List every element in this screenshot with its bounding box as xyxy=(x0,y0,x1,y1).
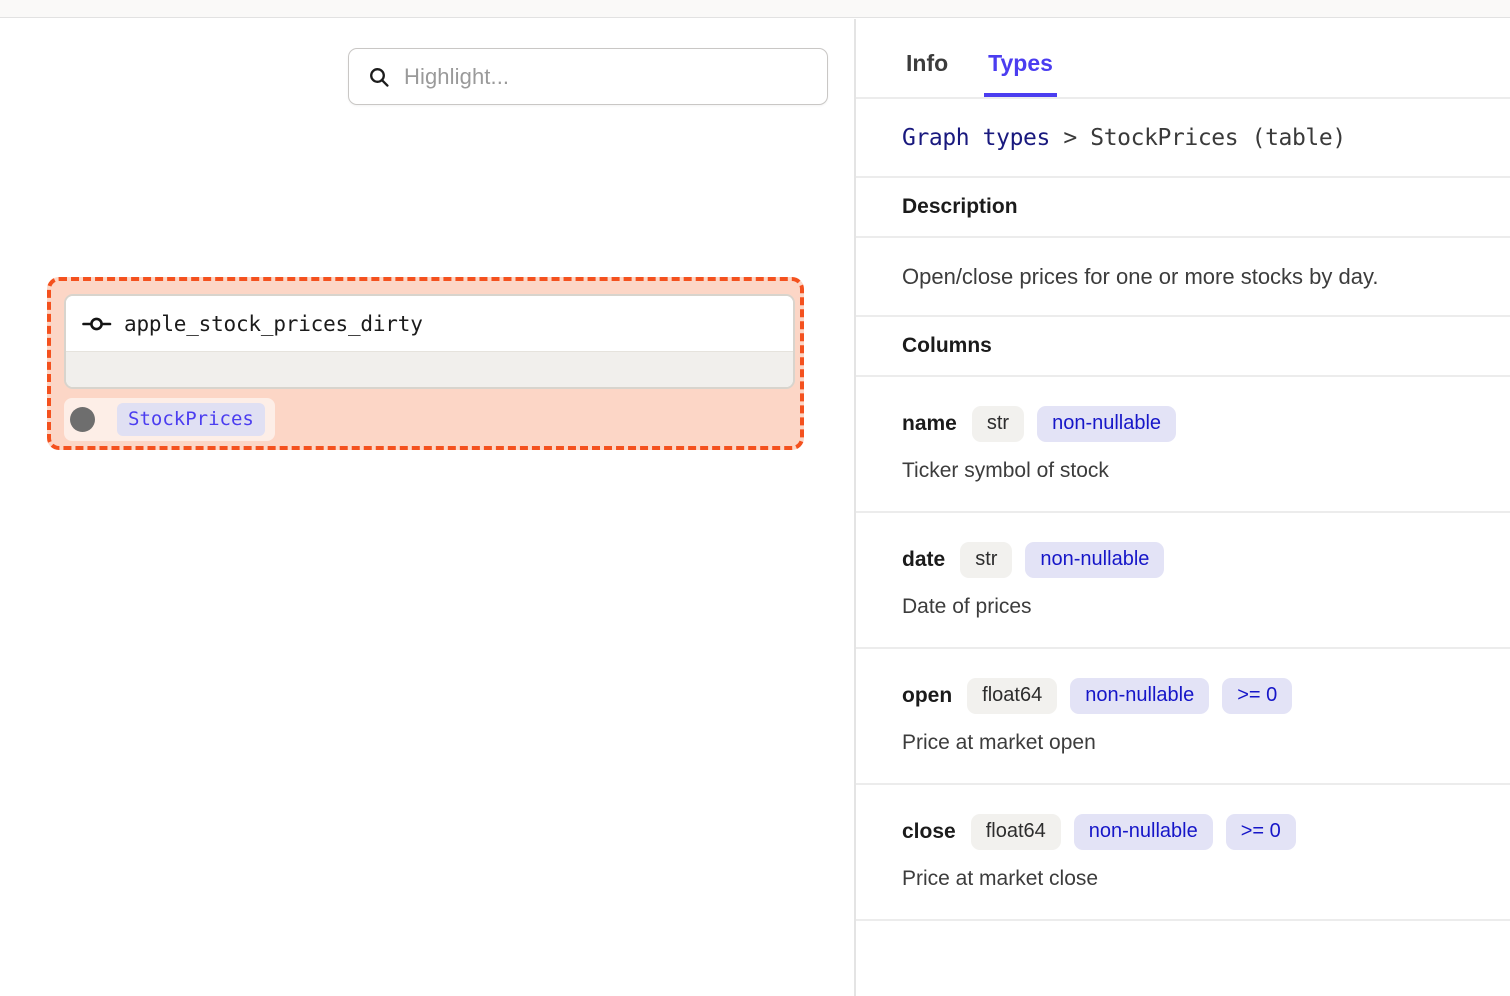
column-name: date xyxy=(902,548,946,571)
column-name: open xyxy=(902,684,953,707)
columns-list: name str non-nullable Ticker symbol of s… xyxy=(856,377,1510,921)
column-nullability-badge: non-nullable xyxy=(1070,678,1210,714)
graph-node-card[interactable]: apple_stock_prices_dirty xyxy=(64,294,795,389)
column-dtype-badge: float64 xyxy=(970,814,1061,850)
columns-heading: Columns xyxy=(902,334,992,357)
details-panel: Info Types Graph types > StockPrices (ta… xyxy=(854,19,1510,996)
column-dtype-badge: float64 xyxy=(967,678,1058,714)
column-dtype-badge: str xyxy=(960,542,1013,578)
top-bar xyxy=(0,0,1510,18)
breadcrumb: Graph types > StockPrices (table) xyxy=(856,99,1510,178)
tab-types[interactable]: Types xyxy=(984,50,1057,97)
graph-node-body xyxy=(66,352,793,387)
highlight-search[interactable]: Highlight... xyxy=(348,48,828,105)
graph-node-title: apple_stock_prices_dirty xyxy=(124,311,423,336)
column-header: name str non-nullable xyxy=(902,403,1500,445)
highlighted-node-group[interactable]: apple_stock_prices_dirty StockPrices xyxy=(47,277,804,450)
node-port-icon xyxy=(82,315,112,333)
column-header: open float64 non-nullable >= 0 xyxy=(902,675,1500,717)
breadcrumb-root-link[interactable]: Graph types xyxy=(902,125,1050,151)
columns-section-header: Columns xyxy=(856,317,1510,377)
output-dot-icon[interactable] xyxy=(70,407,95,432)
column-name: close xyxy=(902,820,956,843)
table-row: name str non-nullable Ticker symbol of s… xyxy=(856,377,1510,513)
table-row: date str non-nullable Date of prices xyxy=(856,513,1510,649)
details-tabs: Info Types xyxy=(856,19,1510,99)
column-header: close float64 non-nullable >= 0 xyxy=(902,811,1500,853)
breadcrumb-separator: > xyxy=(1063,124,1077,151)
graph-node-output-row[interactable]: StockPrices xyxy=(64,398,275,441)
search-input-placeholder[interactable]: Highlight... xyxy=(404,64,509,90)
breadcrumb-current: StockPrices (table) xyxy=(1090,124,1346,151)
graph-canvas[interactable]: Highlight... apple_stock_prices_dirty St… xyxy=(0,19,854,996)
column-name: name xyxy=(902,412,957,435)
column-header: date str non-nullable xyxy=(902,539,1500,581)
column-description: Price at market open xyxy=(902,731,1096,754)
description-heading: Description xyxy=(902,195,1018,218)
description-section-body: Open/close prices for one or more stocks… xyxy=(856,238,1510,317)
search-icon xyxy=(367,65,391,89)
column-nullability-badge: non-nullable xyxy=(1037,406,1177,442)
app-root: Highlight... apple_stock_prices_dirty St… xyxy=(0,0,1510,996)
column-constraint-badge: >= 0 xyxy=(1222,678,1293,714)
column-description: Date of prices xyxy=(902,595,1032,618)
tab-info[interactable]: Info xyxy=(902,50,952,97)
column-nullability-badge: non-nullable xyxy=(1073,814,1213,850)
table-row: open float64 non-nullable >= 0 Price at … xyxy=(856,649,1510,785)
column-constraint-badge: >= 0 xyxy=(1225,814,1296,850)
column-dtype-badge: str xyxy=(971,406,1025,442)
node-type-chip[interactable]: StockPrices xyxy=(117,403,265,436)
description-section-header: Description xyxy=(856,178,1510,238)
column-nullability-badge: non-nullable xyxy=(1025,542,1165,578)
graph-node-header[interactable]: apple_stock_prices_dirty xyxy=(66,296,793,352)
column-description: Ticker symbol of stock xyxy=(902,459,1109,482)
description-text: Open/close prices for one or more stocks… xyxy=(902,263,1379,289)
column-description: Price at market close xyxy=(902,867,1099,890)
table-row: close float64 non-nullable >= 0 Price at… xyxy=(856,785,1510,921)
search-box[interactable]: Highlight... xyxy=(348,48,828,105)
